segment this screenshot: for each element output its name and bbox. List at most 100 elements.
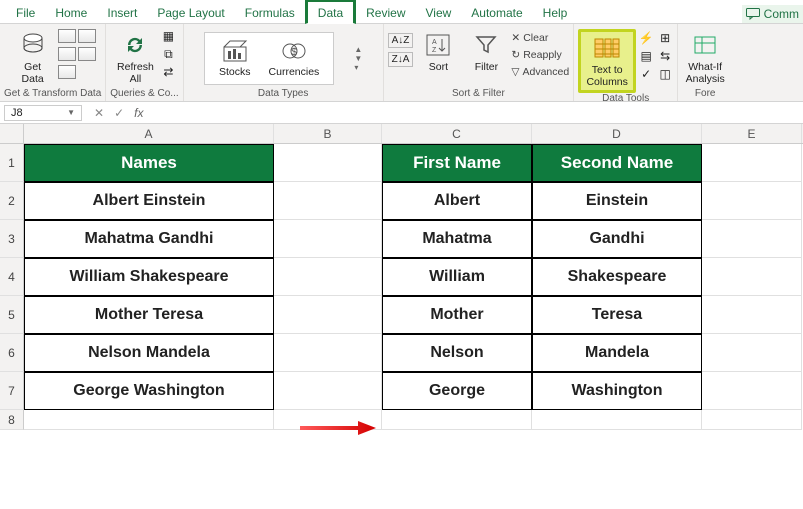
consolidate-icon[interactable]: ⊞ xyxy=(657,31,673,45)
cell-d1[interactable]: Second Name xyxy=(532,144,702,182)
cell-d2[interactable]: Einstein xyxy=(532,182,702,220)
edit-links-icon[interactable]: ⇄ xyxy=(160,65,176,79)
tab-review[interactable]: Review xyxy=(356,2,415,23)
cell-e7[interactable] xyxy=(702,372,802,410)
chevron-expand-icon[interactable]: ▾ xyxy=(354,63,362,72)
tab-data[interactable]: Data xyxy=(305,0,356,24)
recent-sources-icon[interactable] xyxy=(78,47,96,61)
cell-c7[interactable]: George xyxy=(382,372,532,410)
cell-e6[interactable] xyxy=(702,334,802,372)
cell-a6[interactable]: Nelson Mandela xyxy=(24,334,274,372)
get-data-button[interactable]: Get Data xyxy=(10,29,56,87)
col-header-e[interactable]: E xyxy=(702,124,802,143)
cell-a3[interactable]: Mahatma Gandhi xyxy=(24,220,274,258)
text-to-columns-button[interactable]: Text to Columns xyxy=(578,29,636,93)
fx-icon[interactable]: fx xyxy=(134,106,149,120)
sort-button[interactable]: AZ Sort xyxy=(415,29,461,75)
row-header-1[interactable]: 1 xyxy=(0,144,24,182)
data-model-icon[interactable]: ◫ xyxy=(657,67,673,81)
cell-b7[interactable] xyxy=(274,372,382,410)
what-if-button[interactable]: What-If Analysis xyxy=(682,29,728,87)
cell-d8[interactable] xyxy=(532,410,702,430)
refresh-all-button[interactable]: Refresh All xyxy=(112,29,158,87)
col-header-d[interactable]: D xyxy=(532,124,702,143)
row-header-3[interactable]: 3 xyxy=(0,220,24,258)
chevron-down-icon[interactable]: ▼ xyxy=(354,54,362,63)
cell-b6[interactable] xyxy=(274,334,382,372)
sort-desc-button[interactable]: Z↓A xyxy=(388,52,414,67)
cell-b5[interactable] xyxy=(274,296,382,334)
cell-d3[interactable]: Gandhi xyxy=(532,220,702,258)
cell-a5[interactable]: Mother Teresa xyxy=(24,296,274,334)
cell-a7[interactable]: George Washington xyxy=(24,372,274,410)
tab-formulas[interactable]: Formulas xyxy=(235,2,305,23)
chevron-up-icon[interactable]: ▲ xyxy=(354,45,362,54)
existing-conn-icon[interactable] xyxy=(58,65,76,79)
name-box[interactable]: J8 ▼ xyxy=(4,105,82,121)
cell-b4[interactable] xyxy=(274,258,382,296)
properties-icon[interactable]: ⧉ xyxy=(160,47,176,61)
cell-c1[interactable]: First Name xyxy=(382,144,532,182)
cell-b2[interactable] xyxy=(274,182,382,220)
cell-e8[interactable] xyxy=(702,410,802,430)
from-text-icon[interactable] xyxy=(58,29,76,43)
cell-b8[interactable] xyxy=(274,410,382,430)
cancel-icon[interactable]: ✕ xyxy=(94,106,104,120)
row-header-8[interactable]: 8 xyxy=(0,410,24,430)
queries-icon[interactable]: ▦ xyxy=(160,29,176,43)
comments-button[interactable]: Comm xyxy=(742,5,803,23)
reapply-button[interactable]: ↻Reapply xyxy=(511,49,569,61)
row-header-4[interactable]: 4 xyxy=(0,258,24,296)
tab-pagelayout[interactable]: Page Layout xyxy=(147,2,234,23)
cell-c8[interactable] xyxy=(382,410,532,430)
cell-c6[interactable]: Nelson xyxy=(382,334,532,372)
remove-duplicates-icon[interactable]: ▤ xyxy=(638,49,654,63)
cell-e1[interactable] xyxy=(702,144,802,182)
formula-input[interactable] xyxy=(157,107,803,119)
cell-e5[interactable] xyxy=(702,296,802,334)
from-table-icon[interactable] xyxy=(58,47,76,61)
cell-a1[interactable]: Names xyxy=(24,144,274,182)
clear-button[interactable]: ✕Clear xyxy=(511,32,569,44)
tab-insert[interactable]: Insert xyxy=(97,2,147,23)
cell-d6[interactable]: Mandela xyxy=(532,334,702,372)
data-types-gallery[interactable]: Stocks $ Currencies xyxy=(204,32,334,85)
cell-e4[interactable] xyxy=(702,258,802,296)
tab-home[interactable]: Home xyxy=(45,2,97,23)
row-header-7[interactable]: 7 xyxy=(0,372,24,410)
filter-button[interactable]: Filter xyxy=(463,29,509,75)
advanced-button[interactable]: ▽Advanced xyxy=(511,66,569,78)
relationships-icon[interactable]: ⇆ xyxy=(657,49,673,63)
cell-d4[interactable]: Shakespeare xyxy=(532,258,702,296)
from-web-icon[interactable] xyxy=(78,29,96,43)
tab-automate[interactable]: Automate xyxy=(461,2,532,23)
row-header-5[interactable]: 5 xyxy=(0,296,24,334)
row-header-2[interactable]: 2 xyxy=(0,182,24,220)
select-all-corner[interactable] xyxy=(0,124,24,144)
cell-e2[interactable] xyxy=(702,182,802,220)
data-validation-icon[interactable]: ✓ xyxy=(638,67,654,81)
cell-c4[interactable]: William xyxy=(382,258,532,296)
cell-a8[interactable] xyxy=(24,410,274,430)
row-header-6[interactable]: 6 xyxy=(0,334,24,372)
sort-asc-button[interactable]: A↓Z xyxy=(388,33,414,48)
tab-help[interactable]: Help xyxy=(533,2,578,23)
col-header-b[interactable]: B xyxy=(274,124,382,143)
cell-c2[interactable]: Albert xyxy=(382,182,532,220)
cell-c5[interactable]: Mother xyxy=(382,296,532,334)
col-header-a[interactable]: A xyxy=(24,124,274,143)
cell-d7[interactable]: Washington xyxy=(532,372,702,410)
name-box-dropdown-icon[interactable]: ▼ xyxy=(67,108,75,117)
data-types-scroll[interactable]: ▲ ▼ ▾ xyxy=(354,45,362,72)
cell-c3[interactable]: Mahatma xyxy=(382,220,532,258)
cell-b1[interactable] xyxy=(274,144,382,182)
enter-icon[interactable]: ✓ xyxy=(114,106,124,120)
tab-file[interactable]: File xyxy=(6,2,45,23)
cell-e3[interactable] xyxy=(702,220,802,258)
cell-b3[interactable] xyxy=(274,220,382,258)
cell-a4[interactable]: William Shakespeare xyxy=(24,258,274,296)
flash-fill-icon[interactable]: ⚡ xyxy=(638,31,654,45)
tab-view[interactable]: View xyxy=(416,2,462,23)
cell-d5[interactable]: Teresa xyxy=(532,296,702,334)
cell-a2[interactable]: Albert Einstein xyxy=(24,182,274,220)
